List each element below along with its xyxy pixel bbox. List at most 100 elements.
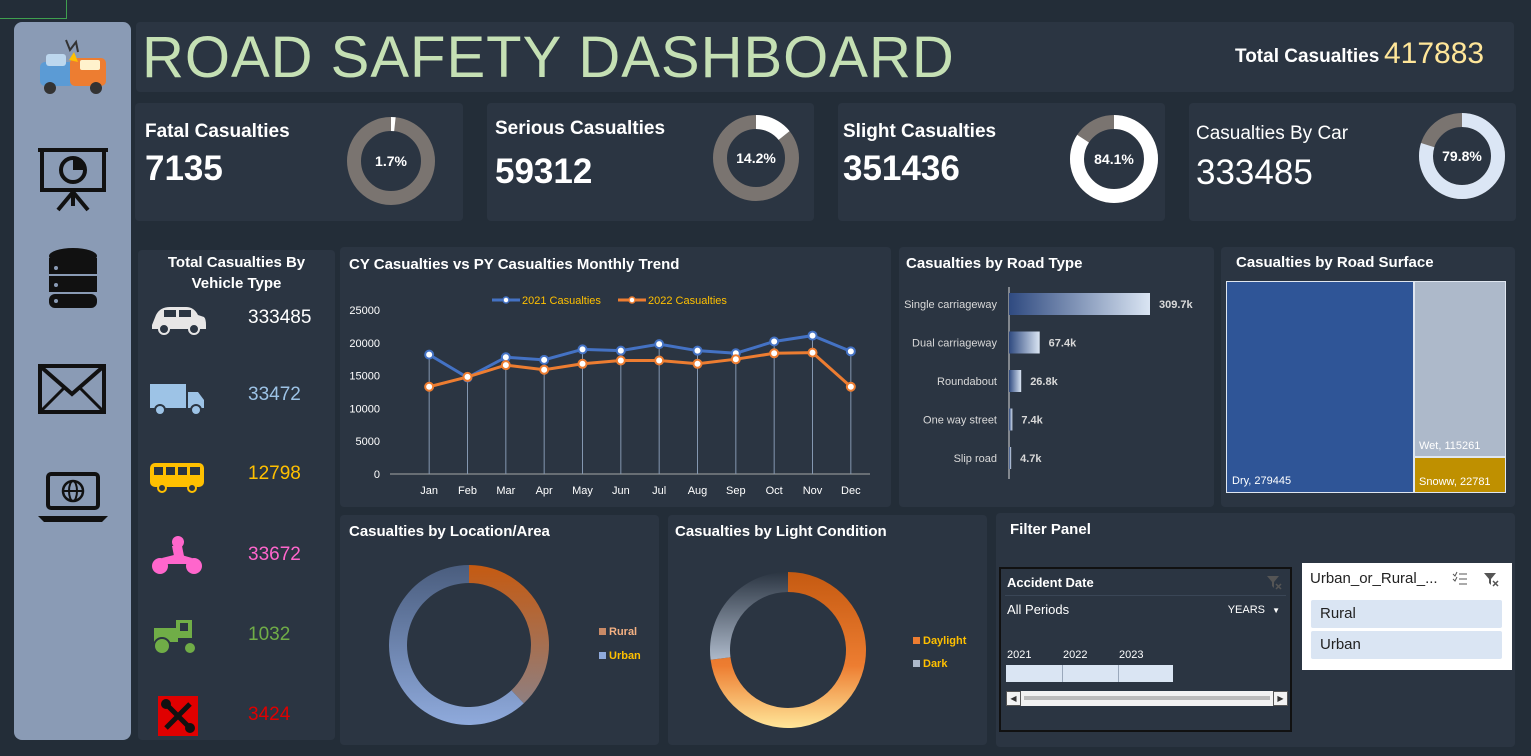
ring-percent-label: 84.1% <box>1094 151 1134 167</box>
kpi-value: 7135 <box>145 149 223 188</box>
bus-icon <box>150 463 204 493</box>
location-panel: Casualties by Location/Area Rural Urban <box>340 515 659 745</box>
treemap-dry[interactable]: Dry, 279445 <box>1226 281 1414 493</box>
urban-rural-slicer: Urban_or_Rural_... Rural Urban <box>1302 563 1512 670</box>
kpi-title: Serious Casualties <box>495 118 666 139</box>
series-point <box>577 358 588 369</box>
y-tick-label: 5000 <box>356 436 380 448</box>
presentation-chart-icon[interactable] <box>36 140 110 214</box>
vehicle-row: 12798 <box>148 451 328 501</box>
trend-chart: 0 5000 10000 15000 20000 25000 Jan Feb Mar Apr May… <box>349 295 870 497</box>
series-point <box>500 352 511 363</box>
vehicle-value: 12798 <box>248 463 301 484</box>
timeline-slicer: Accident Date All Periods YEARS ▼ 2021 2… <box>999 567 1292 732</box>
slicer-title: Urban_or_Rural_... <box>1310 570 1438 587</box>
kpi-card-serious: Serious Casualties 59312 14.2% <box>487 103 814 221</box>
treemap-wet[interactable]: Wet, 115261 <box>1414 281 1506 457</box>
y-tick-label: 15000 <box>349 371 380 383</box>
series-point <box>424 381 435 392</box>
series-point <box>692 345 703 356</box>
mail-icon[interactable] <box>36 352 110 426</box>
x-tick-label: Feb <box>458 485 477 497</box>
data-label: 7.4k <box>1021 415 1043 427</box>
kpi-title: Casualties By Car <box>1196 123 1349 144</box>
category-label: Dual carriageway <box>912 338 997 350</box>
timeline-year: 2023 <box>1119 649 1144 661</box>
kpi-ring: 79.8% <box>1419 113 1505 199</box>
vehicle-value: 1032 <box>248 624 291 645</box>
legend-swatch <box>913 637 920 644</box>
kpi-ring: 84.1% <box>1070 115 1158 203</box>
x-tick-label: Dec <box>841 485 861 497</box>
series-point <box>615 345 626 356</box>
series-point <box>769 348 780 359</box>
series-point <box>692 358 703 369</box>
bar <box>1009 408 1013 431</box>
series-point <box>539 354 550 365</box>
chevron-down-icon: ▼ <box>1272 606 1280 615</box>
kpi-ring: 14.2% <box>713 115 799 201</box>
slicer-option-urban[interactable]: Urban <box>1311 631 1502 659</box>
treemap-label: Wet, 115261 <box>1419 440 1481 452</box>
clear-filter-icon[interactable] <box>1483 571 1499 587</box>
timeline-bar[interactable] <box>1006 665 1173 682</box>
multi-select-icon[interactable] <box>1452 571 1468 587</box>
bar <box>1009 293 1150 315</box>
kpi-card-fatal: Fatal Casualties 7135 1.7% <box>135 103 463 221</box>
vehicle-value: 333485 <box>248 307 312 328</box>
ring-percent-label: 79.8% <box>1442 148 1482 164</box>
data-label: 4.7k <box>1020 453 1042 465</box>
clear-filter-icon[interactable] <box>1266 574 1282 590</box>
x-tick-label: Mar <box>496 485 515 497</box>
cell-selection-marker <box>0 0 67 19</box>
ring-percent-label: 1.7% <box>375 153 407 169</box>
total-casualties-label: Total Casualties <box>1235 46 1380 67</box>
series-point <box>577 344 588 355</box>
series-point <box>807 330 818 341</box>
slicer-option-rural[interactable]: Rural <box>1311 600 1502 628</box>
data-label: 309.7k <box>1159 299 1194 311</box>
timeline-scrollbar[interactable]: ◀ ▶ <box>1006 691 1288 706</box>
legend-item: Dark <box>913 658 947 670</box>
treemap-label: Dry, 279445 <box>1232 475 1292 487</box>
bar <box>1009 447 1012 469</box>
sidebar <box>14 22 131 740</box>
tools-icon <box>158 696 198 736</box>
treemap-snow[interactable]: Snoww, 22781 <box>1414 457 1506 493</box>
series-point <box>730 354 741 365</box>
data-label: 67.4k <box>1049 338 1077 350</box>
scroll-right-icon[interactable]: ▶ <box>1273 691 1288 706</box>
car-crash-icon[interactable] <box>36 32 110 106</box>
laptop-globe-icon[interactable] <box>36 460 110 534</box>
ring-percent-label: 14.2% <box>736 150 776 166</box>
vehicle-value: 3424 <box>248 704 291 725</box>
road-surface-panel: Casualties by Road Surface Dry, 279445 W… <box>1221 247 1515 507</box>
treemap-label: Snoww, 22781 <box>1419 476 1491 488</box>
timeline-period: All Periods <box>1007 602 1070 617</box>
series-point <box>845 346 856 357</box>
series-line <box>428 334 852 380</box>
legend-label: 2021 Casualties <box>522 295 601 307</box>
category-label: Slip road <box>954 453 997 465</box>
tractor-icon <box>153 620 197 655</box>
bar <box>1009 331 1040 354</box>
y-tick-label: 0 <box>374 469 380 481</box>
vehicle-row: 3424 <box>148 692 328 742</box>
timeline-level-dropdown[interactable]: YEARS ▼ <box>1228 604 1280 616</box>
vehicle-value: 33472 <box>248 384 301 405</box>
series-line <box>428 351 852 389</box>
total-casualties-value: 417883 <box>1384 37 1485 70</box>
data-label: 26.8k <box>1030 376 1058 388</box>
car-icon <box>152 307 206 335</box>
kpi-card-car: Casualties By Car 333485 79.8% <box>1189 103 1516 221</box>
x-tick-label: Jul <box>652 485 666 497</box>
vehicle-value: 33672 <box>248 544 301 565</box>
x-tick-label: Aug <box>688 485 708 497</box>
kpi-value: 351436 <box>843 149 960 188</box>
monthly-trend-panel: CY Casualties vs PY Casualties Monthly T… <box>340 247 891 507</box>
x-tick-label: Nov <box>803 485 823 497</box>
database-icon[interactable] <box>36 244 110 318</box>
motorcycle-icon <box>152 536 202 574</box>
scroll-left-icon[interactable]: ◀ <box>1006 691 1021 706</box>
series-point <box>807 347 818 358</box>
